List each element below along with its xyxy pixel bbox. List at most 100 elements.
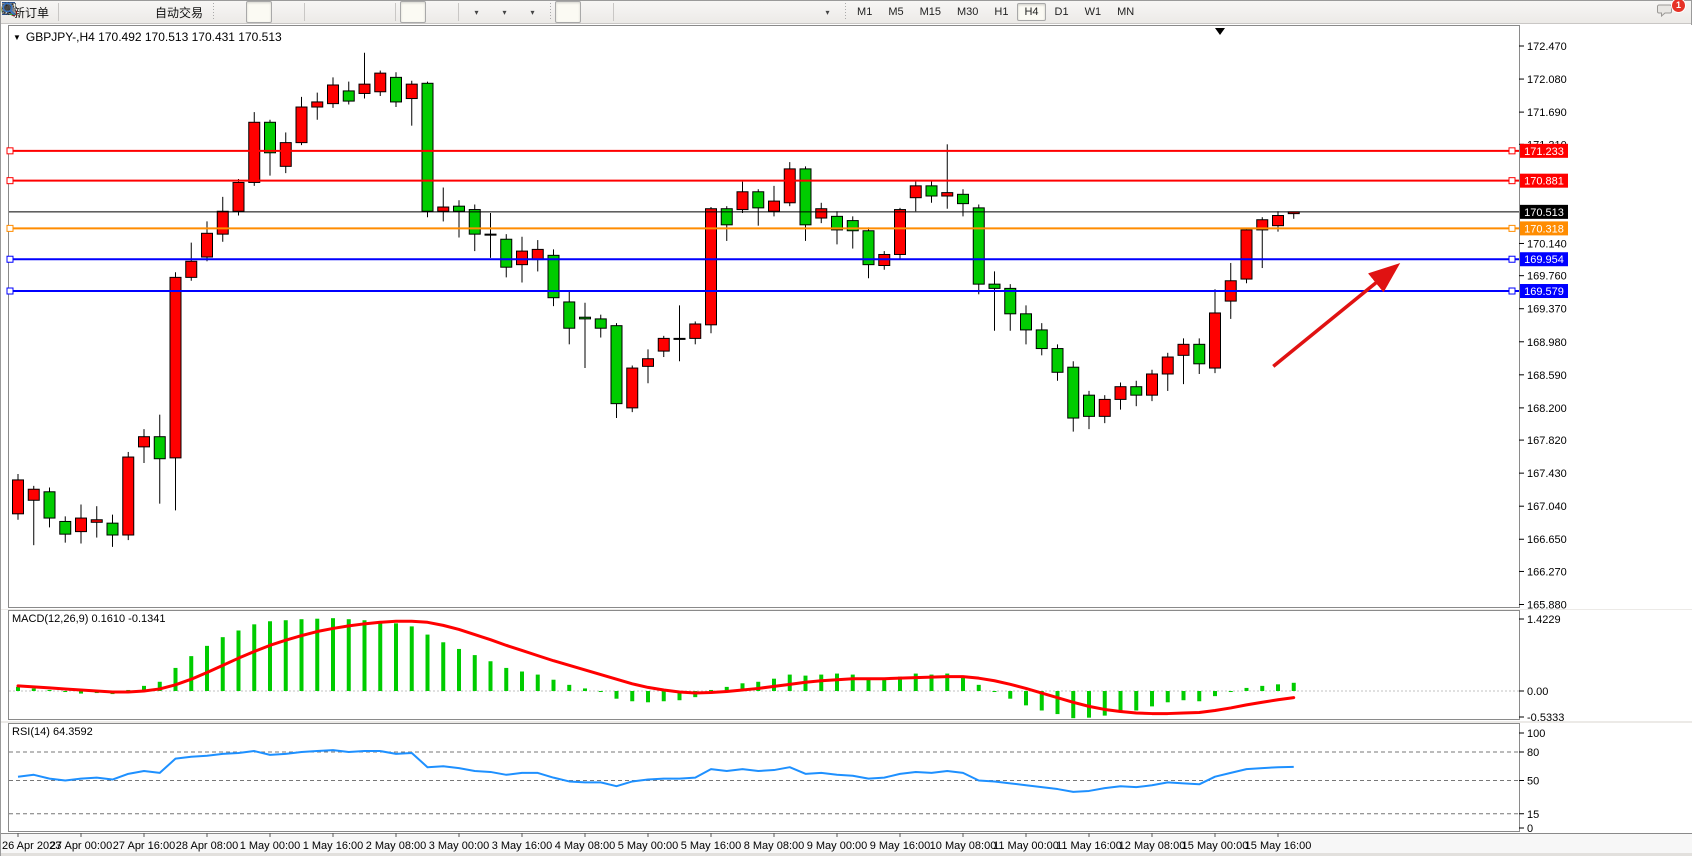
chart-shift-button[interactable] <box>428 1 454 23</box>
macd-pane[interactable] <box>9 611 1520 720</box>
timeframe-mn[interactable]: MN <box>1110 3 1141 21</box>
auto-trading-button[interactable]: 自动交易 <box>147 1 208 23</box>
strategy-tester-button[interactable] <box>91 1 117 23</box>
price-tick-label: 168.980 <box>1527 337 1567 349</box>
signals-button[interactable] <box>119 1 145 23</box>
candle <box>249 122 260 182</box>
vertical-line-button[interactable] <box>618 1 644 23</box>
timeframe-h1[interactable]: H1 <box>987 3 1015 21</box>
candle <box>690 324 701 338</box>
price-tick-label: 167.430 <box>1527 468 1567 480</box>
macd-indicator-label: MACD(12,26,9) 0.1610 -0.1341 <box>12 613 165 625</box>
equidistant-channel-button[interactable]: E <box>702 1 728 23</box>
notifications-button[interactable]: 1 <box>1656 1 1682 23</box>
main-chart-pane[interactable] <box>9 26 1520 608</box>
candle <box>217 211 228 234</box>
rsi-tick-label: 80 <box>1527 747 1539 759</box>
candle <box>1273 216 1284 226</box>
timeframe-m30[interactable]: M30 <box>950 3 985 21</box>
candle <box>1115 387 1126 400</box>
candle <box>76 518 87 532</box>
toolbar-drag-handle[interactable] <box>843 3 847 21</box>
trendline-button[interactable] <box>674 1 700 23</box>
text-button[interactable]: A <box>758 1 784 23</box>
text-label-button[interactable]: T <box>786 1 812 23</box>
candle <box>595 319 606 328</box>
indicators-button[interactable]: ▾ <box>463 1 489 23</box>
price-tag-169.579: 169.579 <box>1520 284 1568 298</box>
price-tick-label: 168.590 <box>1527 370 1567 382</box>
price-tick-label: 165.880 <box>1527 600 1567 612</box>
candle <box>107 523 118 535</box>
rsi-pane[interactable] <box>9 724 1520 832</box>
svg-text:170.513: 170.513 <box>1524 207 1564 219</box>
price-tick-label: 172.080 <box>1527 74 1567 86</box>
candle <box>391 77 402 102</box>
timeframe-group: M1M5M15M30H1H4D1W1MN <box>849 3 1142 21</box>
chart-canvas[interactable]: 172.470172.080171.690171.310170.140169.7… <box>1 1 1692 856</box>
price-tick-label: 167.820 <box>1527 435 1567 447</box>
candle <box>1131 387 1142 395</box>
time-axis-label: 3 May 16:00 <box>492 840 553 852</box>
time-axis-label: 5 May 00:00 <box>618 840 679 852</box>
collapse-arrow-icon[interactable]: ▼ <box>13 33 21 42</box>
candle <box>454 206 465 211</box>
price-tick-label: 172.470 <box>1527 41 1567 53</box>
candle <box>1068 367 1079 418</box>
timeframe-w1[interactable]: W1 <box>1078 3 1109 21</box>
zoom-in-button[interactable] <box>309 1 335 23</box>
horizontal-line-button[interactable] <box>646 1 672 23</box>
toolbar-drag-handle[interactable] <box>211 3 215 21</box>
pane-separator[interactable] <box>1 721 1692 723</box>
arrows-button[interactable]: ▾ <box>814 1 840 23</box>
rsi-indicator-label: RSI(14) 64.3592 <box>12 726 93 738</box>
toolbar-separator <box>395 3 396 21</box>
timeframe-d1[interactable]: D1 <box>1048 3 1076 21</box>
notification-badge: 1 <box>1671 0 1686 13</box>
candle <box>202 233 213 257</box>
candle <box>769 201 780 211</box>
candle <box>312 102 323 107</box>
zoom-out-button[interactable] <box>337 1 363 23</box>
candle <box>910 186 921 198</box>
candle <box>28 489 39 500</box>
line-chart-button[interactable] <box>274 1 300 23</box>
price-tick-label: 167.040 <box>1527 501 1567 513</box>
periods-button[interactable]: ▾ <box>491 1 517 23</box>
timeframe-m15[interactable]: M15 <box>913 3 948 21</box>
svg-text:171.233: 171.233 <box>1524 146 1564 158</box>
candle <box>406 84 417 98</box>
tile-windows-button[interactable] <box>365 1 391 23</box>
pane-separator[interactable] <box>1 609 1692 610</box>
crosshair-button[interactable] <box>583 1 609 23</box>
macd-tick-label: 0.00 <box>1527 686 1548 698</box>
auto-scroll-button[interactable] <box>400 1 426 23</box>
price-tick-label: 166.650 <box>1527 534 1567 546</box>
timeframe-h4[interactable]: H4 <box>1017 3 1045 21</box>
timeframe-m5[interactable]: M5 <box>881 3 910 21</box>
price-tick-label: 168.200 <box>1527 403 1567 415</box>
price-tick-label: 166.270 <box>1527 566 1567 578</box>
timeframe-m1[interactable]: M1 <box>850 3 879 21</box>
price-tick-label: 170.140 <box>1527 238 1567 250</box>
market-watch-button[interactable] <box>63 1 89 23</box>
toolbar-separator <box>58 3 59 21</box>
bar-chart-button[interactable] <box>218 1 244 23</box>
price-tag-169.954: 169.954 <box>1520 252 1568 266</box>
fibonacci-button[interactable]: F <box>730 1 756 23</box>
search-button[interactable] <box>1628 1 1654 23</box>
templates-button[interactable]: ▾ <box>519 1 545 23</box>
cursor-button[interactable] <box>555 1 581 23</box>
candle <box>91 520 102 523</box>
candle <box>989 284 1000 288</box>
candle <box>154 437 165 459</box>
candle <box>753 192 764 208</box>
candle <box>1241 230 1252 279</box>
candle <box>895 210 906 255</box>
candle <box>1194 344 1205 363</box>
time-axis-label: 12 May 08:00 <box>1119 840 1186 852</box>
time-axis-label: 27 Apr 16:00 <box>113 840 175 852</box>
toolbar-drag-handle[interactable] <box>548 3 552 21</box>
candle <box>658 338 669 351</box>
candlestick-chart-button[interactable] <box>246 1 272 23</box>
